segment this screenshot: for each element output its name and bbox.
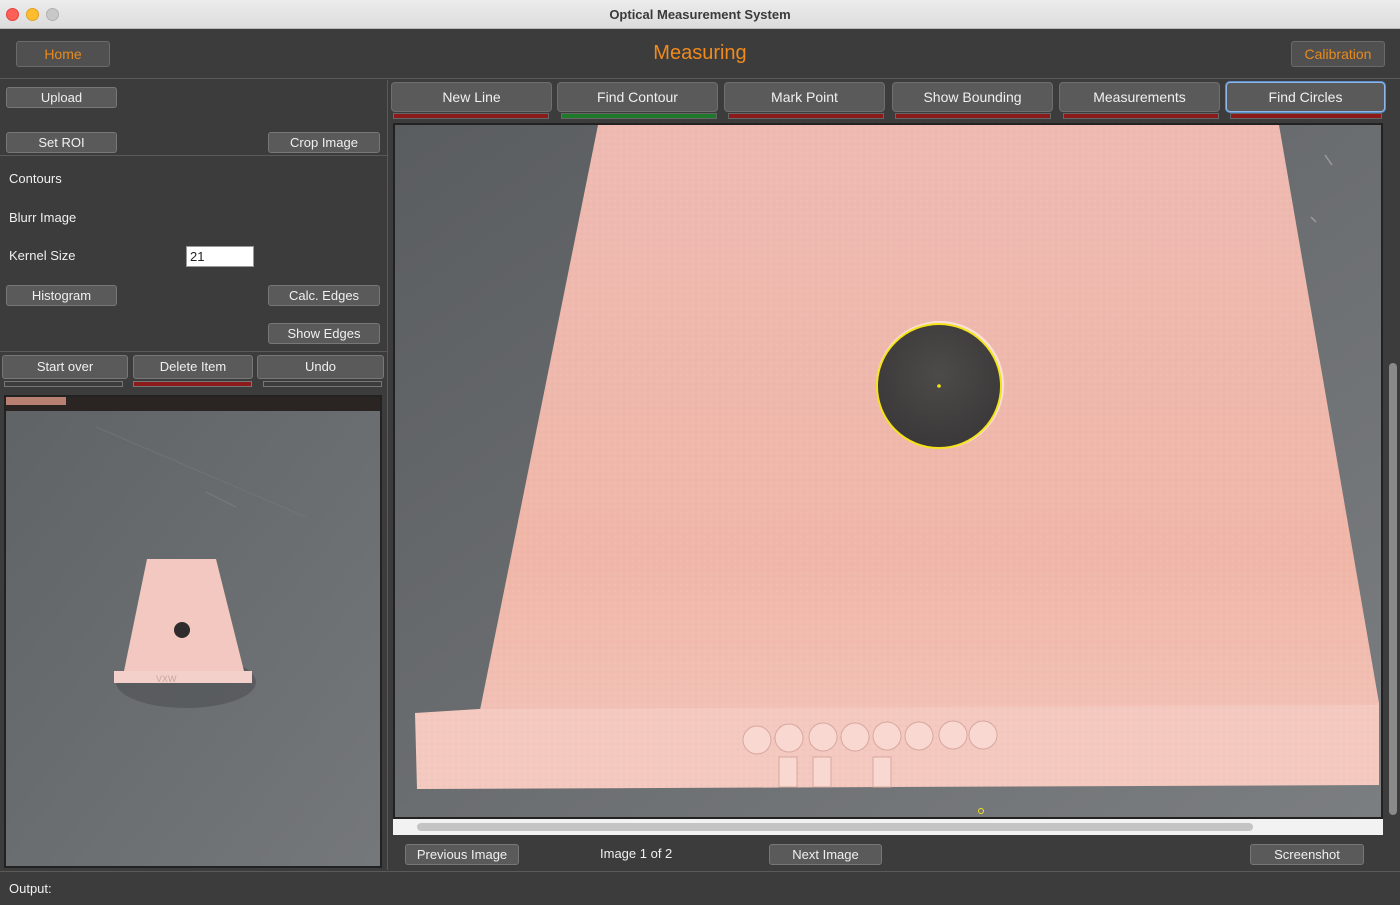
show-edges-button[interactable]: Show Edges: [268, 323, 380, 344]
find-contour-button[interactable]: Find Contour: [557, 82, 718, 112]
page-title: Measuring: [653, 42, 747, 64]
start-over-indicator: [4, 381, 123, 387]
histogram-button[interactable]: Histogram: [6, 285, 117, 306]
show-bounding-indicator: [895, 113, 1051, 119]
show-bounding-button[interactable]: Show Bounding: [892, 82, 1053, 112]
window-title: Optical Measurement System: [609, 7, 791, 22]
kernel-size-input[interactable]: [186, 246, 254, 267]
contours-label: Contours: [9, 171, 62, 186]
find-circles-button[interactable]: Find Circles: [1226, 82, 1385, 112]
new-line-indicator: [393, 113, 549, 119]
measurements-indicator: [1063, 113, 1219, 119]
measurement-image: [395, 125, 1381, 817]
screenshot-button[interactable]: Screenshot: [1250, 844, 1364, 865]
vertical-scrollbar[interactable]: [1385, 123, 1400, 819]
delete-item-indicator: [133, 381, 252, 387]
undo-button[interactable]: Undo: [257, 355, 384, 379]
divider: [0, 155, 388, 156]
left-panel: Upload Set ROI Crop Image Contours Blurr…: [0, 80, 388, 870]
header: Home Measuring Calibration: [0, 29, 1400, 79]
upload-button[interactable]: Upload: [6, 87, 117, 108]
svg-text:VXW: VXW: [156, 674, 177, 684]
measurements-button[interactable]: Measurements: [1059, 82, 1220, 112]
measurement-canvas[interactable]: [393, 123, 1383, 819]
vertical-scroll-thumb[interactable]: [1389, 363, 1397, 815]
new-line-button[interactable]: New Line: [391, 82, 552, 112]
calc-edges-button[interactable]: Calc. Edges: [268, 285, 380, 306]
thumbnail-image: VXW: [6, 397, 380, 866]
start-over-button[interactable]: Start over: [2, 355, 128, 379]
horizontal-scrollbar[interactable]: [393, 819, 1383, 835]
calibration-button[interactable]: Calibration: [1291, 41, 1385, 67]
divider: [0, 351, 388, 352]
undo-indicator: [263, 381, 382, 387]
previous-image-button[interactable]: Previous Image: [405, 844, 519, 865]
find-circles-indicator: [1230, 113, 1382, 119]
status-bar: Output:: [0, 871, 1400, 905]
thumbnail-preview[interactable]: VXW: [4, 395, 382, 868]
image-counter: Image 1 of 2: [600, 846, 673, 861]
horizontal-scroll-thumb[interactable]: [417, 823, 1253, 831]
kernel-size-label: Kernel Size: [9, 248, 76, 263]
mark-point-button[interactable]: Mark Point: [724, 82, 885, 112]
delete-item-button[interactable]: Delete Item: [133, 355, 253, 379]
crop-image-button[interactable]: Crop Image: [268, 132, 380, 153]
output-label: Output:: [9, 881, 52, 896]
title-bar: Optical Measurement System: [0, 0, 1400, 29]
app-window: Optical Measurement System Home Measurin…: [0, 0, 1400, 905]
blurr-image-label: Blurr Image: [9, 210, 77, 225]
mark-point-indicator: [728, 113, 884, 119]
find-contour-indicator: [561, 113, 717, 119]
set-roi-button[interactable]: Set ROI: [6, 132, 117, 153]
next-image-button[interactable]: Next Image: [769, 844, 882, 865]
